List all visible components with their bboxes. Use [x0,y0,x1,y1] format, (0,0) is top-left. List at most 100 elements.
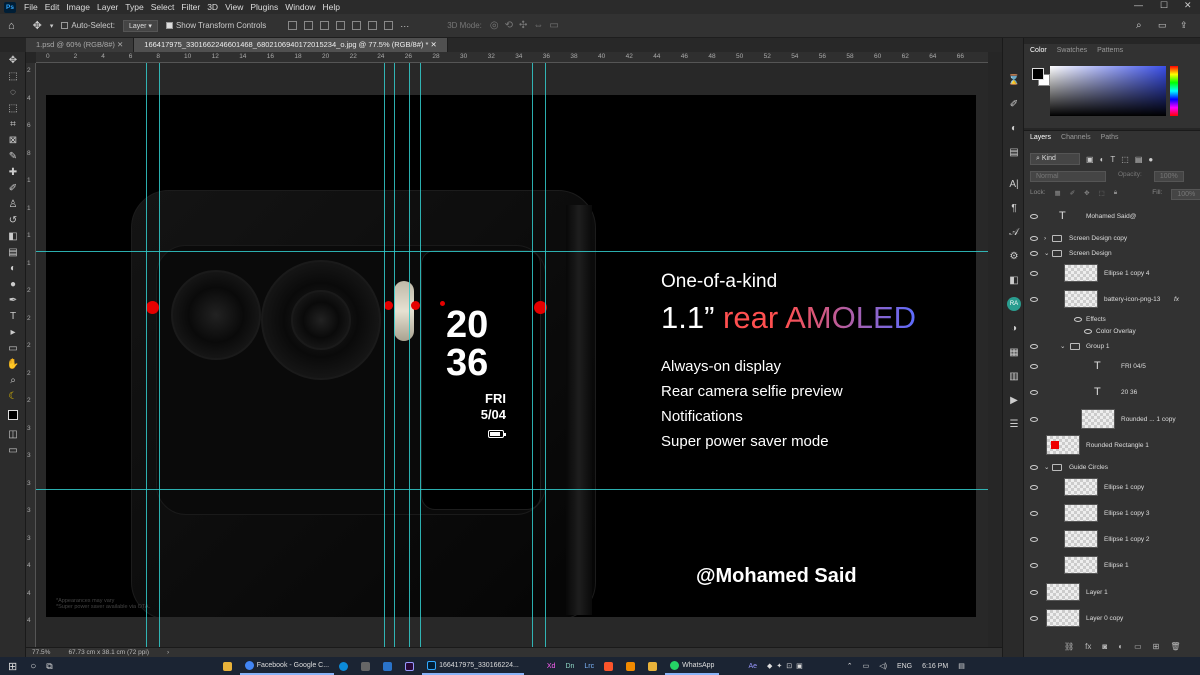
new-group-icon[interactable]: ▭ [1134,642,1142,651]
move-tool-icon[interactable]: ✥ [33,19,42,32]
eyedropper-tool-icon[interactable]: ✎ [0,148,26,164]
share-icon[interactable]: ⇪ [1180,20,1188,31]
align-vcenter-icon[interactable] [304,20,314,30]
path-select-tool-icon[interactable]: ▸ [0,324,26,340]
tab-paths[interactable]: Paths [1101,134,1119,141]
marquee-tool-icon[interactable]: ⬚ [0,68,26,84]
screen-mode-icon[interactable]: ▭ [0,442,26,458]
search-icon[interactable]: ⌕ [1136,20,1142,31]
mail-icon[interactable] [378,657,400,675]
visibility-eye-icon[interactable] [1030,416,1038,422]
layer-row[interactable]: T 20 36 [1024,385,1190,399]
fill-input[interactable]: 100% [1171,189,1200,200]
layer-row[interactable]: Layer 1 [1024,582,1190,602]
premiere-icon[interactable] [400,657,422,675]
dodge-tool-icon[interactable]: ● [0,276,26,292]
trash-icon[interactable]: 🗑︎ [1170,642,1180,651]
type-tool-icon[interactable]: T [0,308,26,324]
menu-image[interactable]: Image [66,2,90,12]
visibility-eye-icon[interactable] [1030,589,1038,595]
3d-tools-icon[interactable]: ◎⟲✣⇔▭ [490,20,565,31]
chevron-down-icon[interactable]: ⌄ [1044,463,1049,471]
tab-layers[interactable]: Layers [1030,134,1051,141]
filter-toggle-icon[interactable]: ● [1148,155,1153,164]
quick-mask-icon[interactable]: ◫ [0,426,26,442]
history-brush-icon[interactable]: ↺ [0,212,26,228]
align-right-icon[interactable] [368,20,378,30]
crop-tool-icon[interactable]: ⌗ [0,116,26,132]
adjustment-layer-icon[interactable]: ◐ [1118,642,1123,651]
visibility-eye-icon[interactable] [1030,562,1038,568]
edge-icon[interactable] [334,657,356,675]
menu-help[interactable]: Help [322,2,339,12]
layer-row[interactable]: Layer 0 copy [1024,608,1190,628]
tab-1-psd[interactable]: 1.psd @ 60% (RGB/8#) ✕ [26,38,135,52]
tray-chevron-icon[interactable]: ⌃ [842,657,858,675]
frame-tool-icon[interactable]: ⊠ [0,132,26,148]
guide-vertical[interactable] [545,63,546,647]
ra-plugin-icon[interactable]: RA [1003,292,1025,316]
move-tool-icon[interactable]: ✥ [0,52,26,68]
eraser-tool-icon[interactable]: ◧ [0,228,26,244]
visibility-eye-icon[interactable] [1030,270,1038,276]
guide-vertical[interactable] [384,63,385,647]
guide-horizontal[interactable] [36,489,988,490]
guide-horizontal[interactable] [36,251,988,252]
color-swatches-icon[interactable] [0,404,26,426]
layer-row[interactable]: Rounded Rectangle 1 [1024,434,1190,456]
close-icon[interactable]: ✕ [1184,0,1192,11]
zoom-level[interactable]: 77.5% [32,649,50,656]
brush-tool-icon[interactable]: ✐ [0,180,26,196]
document-canvas[interactable]: 20 36 FRI 5/04 One-of-a-kind 1.1” rear A… [46,95,976,617]
gradient-tool-icon[interactable]: ▤ [0,244,26,260]
xd-icon[interactable]: Xd [542,657,561,675]
layer-row[interactable]: ⌄ Group 1 [1024,340,1190,352]
clock[interactable]: 6:16 PM [917,657,953,675]
menu-plugins[interactable]: Plugins [250,2,278,12]
visibility-eye-icon[interactable] [1030,464,1038,470]
align-bottom-icon[interactable] [320,20,330,30]
minimize-icon[interactable]: — [1134,0,1143,10]
visibility-eye-icon[interactable] [1030,213,1038,219]
language-indicator[interactable]: ENG [892,657,917,675]
libraries-icon[interactable]: ◧ [1003,268,1025,292]
align-hcenter-icon[interactable] [352,20,362,30]
network-icon[interactable]: ▭ [858,657,875,675]
menu-layer[interactable]: Layer [97,2,118,12]
filter-type-icon[interactable]: T [1110,155,1115,164]
file-explorer-icon[interactable] [218,657,240,675]
visibility-eye-icon[interactable] [1030,389,1038,395]
paragraph-icon[interactable]: ¶ [1003,196,1025,220]
notifications-icon[interactable]: ▤ [953,657,970,675]
pen-tool-icon[interactable]: ✒ [0,292,26,308]
actions-icon[interactable]: ⚙ [1003,244,1025,268]
visibility-eye-icon[interactable] [1030,536,1038,542]
foreground-color-swatch[interactable] [1032,68,1044,80]
lock-position-icon[interactable]: ✥ [1084,189,1089,200]
layer-row[interactable]: battery-icon-png-13 fx [1024,289,1190,309]
menu-window[interactable]: Window [285,2,315,12]
volume-icon[interactable]: ◁) [874,657,892,675]
visibility-eye-icon[interactable] [1030,363,1038,369]
menu-select[interactable]: Select [151,2,175,12]
lock-all-icon[interactable]: 🔒︎ [1114,189,1117,200]
tab-color[interactable]: Color [1030,47,1047,54]
hue-slider[interactable] [1170,66,1178,116]
taskbar-photoshop[interactable]: 166417975_330166224... [422,657,524,675]
visibility-eye-icon[interactable] [1030,250,1038,256]
layer-row[interactable]: › Screen Design copy [1024,232,1190,244]
character-icon[interactable]: A| [1003,172,1025,196]
distribute-icon[interactable] [384,20,394,30]
home-icon[interactable]: ⌂ [8,20,15,32]
layer-row[interactable]: Ellipse 1 copy 2 [1024,529,1190,549]
tab-channels[interactable]: Channels [1061,134,1091,141]
after-effects-icon[interactable]: Ae [743,657,762,675]
task-view-icon[interactable]: ⧉ [41,657,57,675]
visibility-eye-icon[interactable] [1030,615,1038,621]
taskbar-whatsapp[interactable]: WhatsApp [665,657,720,675]
transform-controls-checkbox[interactable]: Show Transform Controls [165,21,266,30]
color-picker-field[interactable] [1050,66,1166,116]
taskbar-chrome[interactable]: Facebook - Google C... [239,657,335,675]
history-icon[interactable]: ⌛ [1003,68,1025,92]
effects-row[interactable]: Effects [1024,314,1190,324]
